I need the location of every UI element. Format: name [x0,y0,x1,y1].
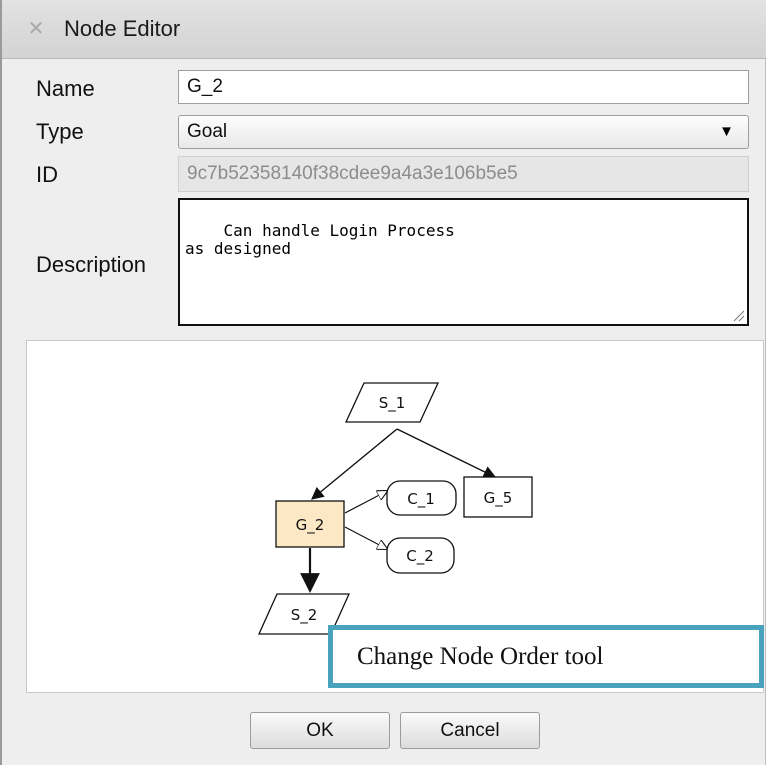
name-input[interactable]: G_2 [178,70,749,104]
node-s2-label: S_2 [291,606,318,625]
node-s1[interactable]: S_1 [344,382,440,423]
edge-g2-c1 [344,491,387,514]
edge-s1-g2 [311,428,398,500]
description-label: Description [36,252,147,277]
ok-button[interactable]: OK [250,712,390,749]
description-text: Can handle Login Process as designed [185,221,455,258]
node-c1-label: C_1 [407,490,435,509]
id-field: 9c7b52358140f38cdee9a4a3e106b5e5 [178,156,749,192]
edge-s1-g5 [396,428,497,478]
callout-annotation: Change Node Order tool [328,625,764,688]
node-c2-label: C_2 [406,547,434,566]
node-g2[interactable]: G_2 [275,500,345,548]
node-c2[interactable]: C_2 [386,537,455,574]
node-g5[interactable]: G_5 [463,476,533,518]
type-select-value: Goal [187,121,228,142]
window-title: Node Editor [64,16,181,41]
id-label: ID [36,162,58,187]
node-g2-label: G_2 [296,516,325,535]
description-textarea[interactable]: Can handle Login Process as designed [178,198,749,326]
cancel-button[interactable]: Cancel [400,712,540,749]
name-label: Name [36,76,95,101]
resize-grip-icon[interactable] [731,308,745,322]
node-g5-label: G_5 [484,489,513,508]
edge-g2-c2 [344,526,387,549]
node-s1-label: S_1 [379,394,406,413]
node-c1[interactable]: C_1 [386,480,457,516]
type-label: Type [36,119,84,144]
dropdown-caret-icon: ▼ [719,123,734,140]
close-icon[interactable]: ✕ [26,18,46,38]
type-select[interactable]: Goal ▼ [178,115,749,149]
title-bar: ✕ Node Editor [2,0,766,59]
